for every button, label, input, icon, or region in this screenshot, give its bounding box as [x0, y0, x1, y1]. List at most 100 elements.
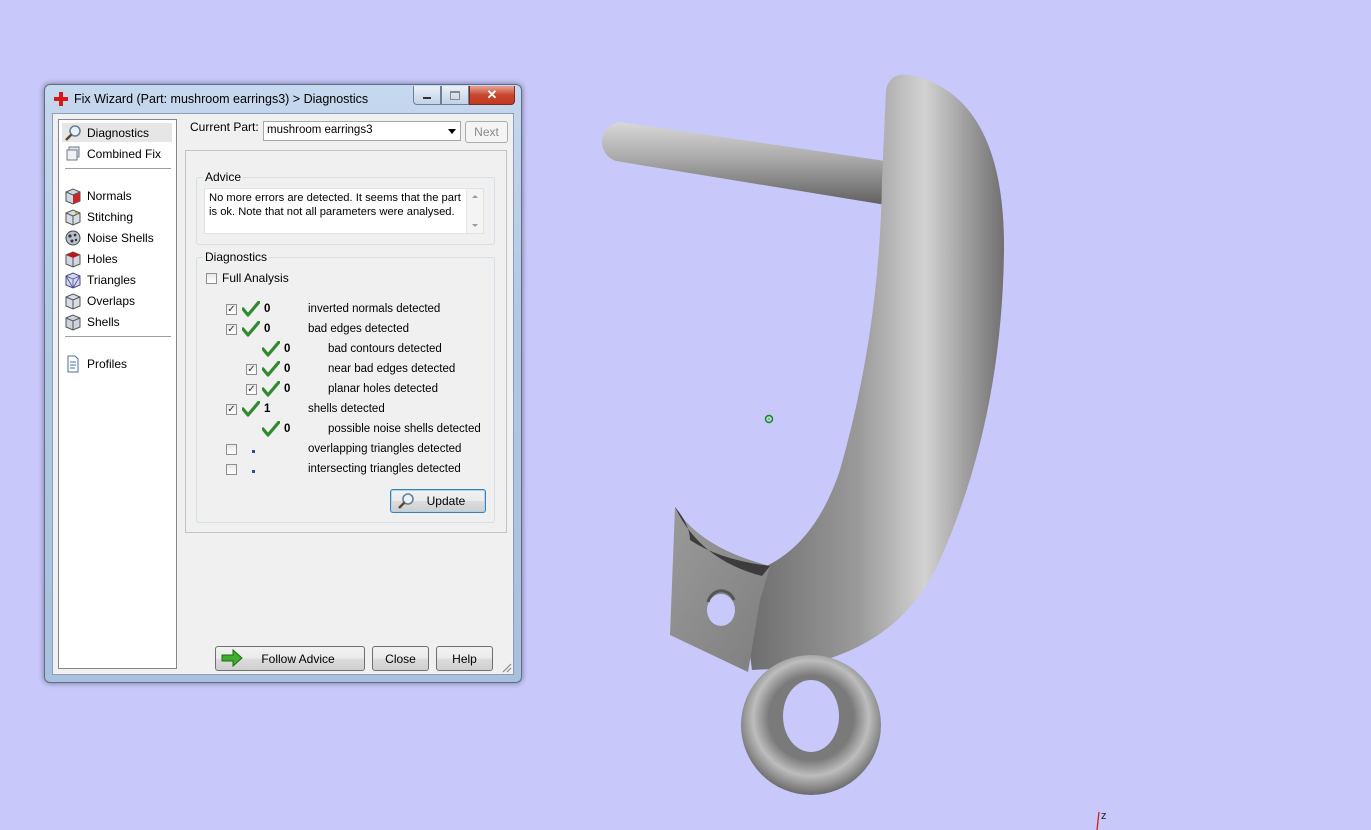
sidebar-item-combined-fix[interactable]: Combined Fix — [62, 144, 172, 163]
diagnostic-label: intersecting triangles detected — [308, 463, 461, 475]
close-button-label: Close — [385, 651, 416, 666]
sidebar-divider — [65, 336, 171, 337]
diagnostic-row: ✓ 0 inverted normals detected — [197, 301, 487, 319]
current-part-value: mushroom earrings3 — [267, 124, 373, 136]
green-check-icon — [262, 361, 280, 377]
title-bar[interactable]: Fix Wizard (Part: mushroom earrings3) > … — [45, 85, 521, 113]
diagnostic-checkbox[interactable] — [226, 444, 237, 455]
sidebar-item-label: Profiles — [87, 356, 128, 371]
diagnostic-row: 0 possible noise shells detected — [197, 421, 487, 439]
diagnostics-legend: Diagnostics — [203, 250, 270, 264]
axis-z-label: z — [1101, 810, 1107, 822]
sidebar-item-stitching[interactable]: Stitching — [62, 207, 172, 226]
normals-cube-icon — [65, 187, 81, 205]
sidebar-divider — [65, 168, 171, 169]
sidebar-item-triangles[interactable]: Triangles — [62, 270, 172, 289]
sidebar-item-overlaps[interactable]: Overlaps — [62, 291, 172, 310]
diagnostic-count: 0 — [284, 423, 291, 435]
update-button[interactable]: Update — [390, 489, 486, 513]
sidebar-item-holes[interactable]: Holes — [62, 249, 172, 268]
diagnostic-row: ✓ 1 shells detected — [197, 401, 487, 419]
red-cross-app-icon — [54, 92, 68, 106]
profiles-document-icon — [67, 355, 79, 372]
diagnostic-row: ✓ 0 bad edges detected — [197, 321, 487, 339]
holes-cube-icon — [65, 250, 81, 268]
diagnostic-checkbox[interactable]: ✓ — [226, 404, 237, 415]
diagnostic-checkbox[interactable] — [226, 464, 237, 475]
wizard-sidebar: Diagnostics Combined Fix Normals Stitchi… — [58, 119, 177, 669]
maximize-button[interactable] — [441, 86, 469, 105]
magnifier-icon — [398, 493, 414, 509]
sidebar-item-diagnostics[interactable]: Diagnostics — [62, 123, 172, 142]
diagnostic-count: 0 — [284, 343, 291, 355]
diagnostic-label: planar holes detected — [328, 383, 438, 395]
diagnostic-count: 0 — [264, 323, 271, 335]
diagnostic-row: overlapping triangles detected — [197, 441, 487, 459]
pending-dot-icon — [252, 450, 255, 453]
noise-shells-icon — [65, 230, 81, 245]
diagnostic-row: ✓ 0 planar holes detected — [197, 381, 487, 399]
sidebar-item-label: Overlaps — [87, 293, 136, 308]
advice-textbox[interactable]: No more errors are detected. It seems th… — [204, 188, 484, 234]
advice-group: Advice No more errors are detected. It s… — [196, 170, 495, 245]
sidebar-item-label: Stitching — [87, 209, 134, 224]
update-button-label: Update — [426, 494, 466, 508]
pending-dot-icon — [252, 470, 255, 473]
full-analysis-label: Full Analysis — [222, 271, 289, 285]
diagnostic-checkbox[interactable]: ✓ — [246, 384, 257, 395]
green-check-icon — [262, 421, 280, 437]
sidebar-item-label: Triangles — [87, 272, 136, 287]
follow-advice-label: Follow Advice — [261, 651, 335, 666]
close-icon: ✕ — [486, 87, 498, 102]
resize-grip-icon[interactable] — [500, 661, 512, 673]
sidebar-item-label: Holes — [87, 251, 118, 266]
diagnostic-label: shells detected — [308, 403, 385, 415]
diagnostic-checkbox[interactable]: ✓ — [246, 364, 257, 375]
green-check-icon — [242, 321, 260, 337]
next-button-label: Next — [474, 125, 499, 139]
sidebar-item-noise-shells[interactable]: Noise Shells — [62, 228, 172, 247]
maximize-icon — [450, 90, 460, 100]
advice-scrollbar[interactable] — [466, 189, 483, 233]
minimize-icon — [423, 96, 431, 99]
diagnostic-checkbox[interactable]: ✓ — [226, 324, 237, 335]
minimize-button[interactable] — [413, 86, 441, 105]
green-check-icon — [262, 381, 280, 397]
full-analysis-checkbox[interactable] — [206, 273, 217, 284]
diagnostic-label: bad edges detected — [308, 323, 410, 335]
green-check-icon — [242, 301, 260, 317]
magnifier-icon — [65, 124, 81, 141]
sidebar-item-normals[interactable]: Normals — [62, 186, 172, 205]
wizard-client-area: Diagnostics Combined Fix Normals Stitchi… — [52, 113, 514, 675]
close-window-button[interactable]: ✕ — [469, 86, 515, 105]
advice-text: No more errors are detected. It seems th… — [209, 192, 461, 218]
window-title: Fix Wizard (Part: mushroom earrings3) > … — [74, 92, 369, 106]
advice-legend: Advice — [203, 170, 244, 184]
diagnostic-label: overlapping triangles detected — [308, 443, 462, 455]
triangles-cube-icon — [65, 271, 81, 289]
chevron-down-icon — [448, 129, 456, 134]
sidebar-item-shells[interactable]: Shells — [62, 312, 172, 331]
sidebar-item-label: Noise Shells — [87, 230, 154, 245]
sidebar-item-label: Normals — [87, 188, 132, 203]
close-button[interactable]: Close — [372, 646, 429, 671]
diagnostic-row: ✓ 0 near bad edges detected — [197, 361, 487, 379]
follow-advice-button[interactable]: Follow Advice — [215, 646, 365, 671]
help-button[interactable]: Help — [436, 646, 493, 671]
diagnostic-count: 0 — [284, 363, 291, 375]
diagnostic-checkbox[interactable]: ✓ — [226, 304, 237, 315]
next-button[interactable]: Next — [465, 121, 508, 143]
diagnostics-group: Diagnostics Full Analysis ✓ 0 inverted nor… — [196, 250, 495, 523]
scroll-arrows-icon — [472, 195, 478, 227]
diagnostic-label: inverted normals detected — [308, 303, 441, 315]
sidebar-item-profiles[interactable]: Profiles — [62, 354, 172, 373]
diagnostic-label: bad contours detected — [328, 343, 442, 355]
diagnostic-label: near bad edges detected — [328, 363, 456, 375]
diagnostic-row: 0 bad contours detected — [197, 341, 487, 359]
help-button-label: Help — [452, 651, 477, 666]
current-part-dropdown[interactable]: mushroom earrings3 — [263, 121, 461, 141]
current-part-label: Current Part: — [190, 120, 259, 134]
sidebar-item-label: Shells — [87, 314, 120, 329]
shells-cube-icon — [65, 313, 81, 331]
diagnostics-panel: Advice No more errors are detected. It s… — [185, 150, 507, 533]
